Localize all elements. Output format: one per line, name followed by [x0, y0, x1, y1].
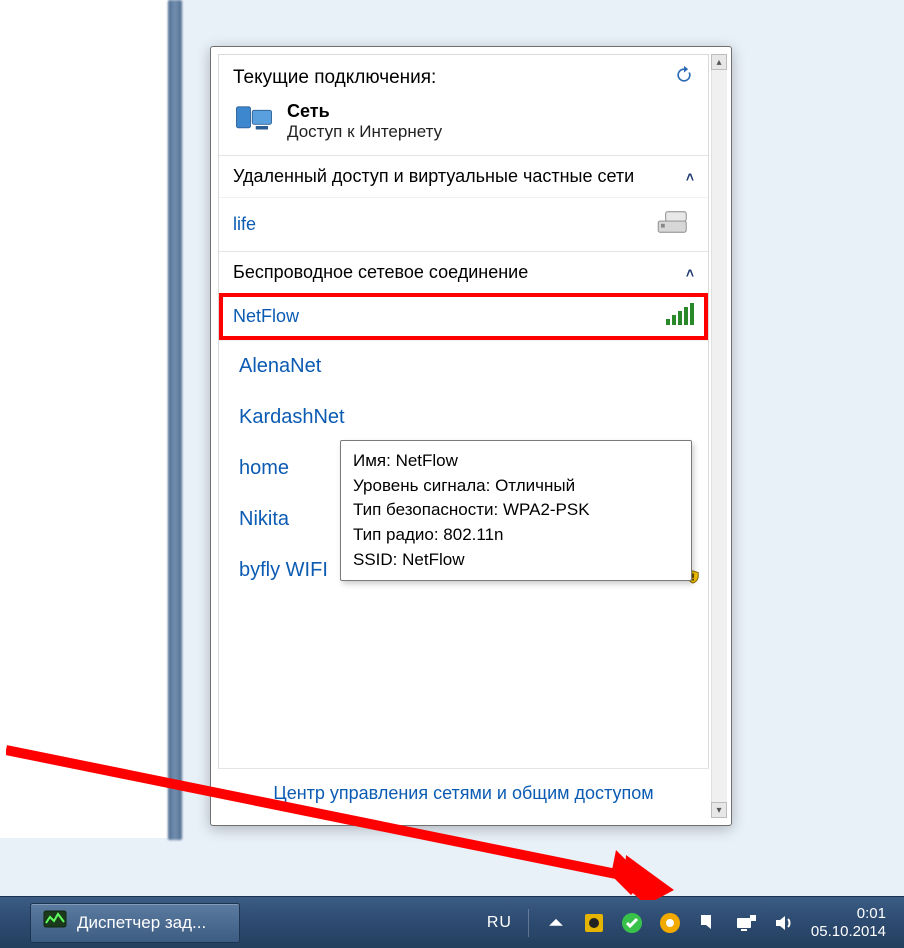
vpn-item-label: life [233, 214, 256, 235]
clock-time: 0:01 [811, 905, 886, 922]
wifi-ssid: AlenaNet [239, 355, 321, 378]
scroll-down-icon[interactable]: ▾ [711, 802, 727, 818]
tooltip-security-value: WPA2-PSK [503, 500, 590, 519]
wifi-ssid: byfly WIFI [239, 559, 328, 582]
network-center-label: Центр управления сетями и общим доступом [273, 783, 653, 804]
tooltip-ssid-value: NetFlow [402, 550, 464, 569]
vpn-section-header[interactable]: Удаленный доступ и виртуальные частные с… [219, 155, 708, 197]
tray-separator [528, 909, 529, 937]
scroll-track[interactable] [711, 70, 727, 802]
flyout-scrollbar[interactable]: ▴ ▾ [711, 54, 727, 818]
tooltip-name-label: Имя: [353, 451, 396, 470]
signal-strength-icon [666, 303, 694, 330]
taskbar-app-label: Диспетчер зад... [77, 913, 206, 933]
volume-icon[interactable] [773, 912, 795, 934]
tray-app-icon-1[interactable] [583, 912, 605, 934]
background-panel [0, 0, 168, 838]
tooltip-security-label: Тип безопасности: [353, 500, 503, 519]
network-tray-icon[interactable] [735, 912, 757, 934]
clock-date: 05.10.2014 [811, 923, 886, 940]
chevron-up-icon: ˄ [686, 265, 694, 281]
active-network-status: Доступ к Интернету [287, 122, 442, 142]
taskbar-app-button[interactable]: Диспетчер зад... [30, 903, 240, 943]
wifi-ssid: home [239, 457, 289, 480]
active-network-row[interactable]: Сеть Доступ к Интернету [233, 98, 694, 145]
wifi-section-header[interactable]: Беспроводное сетевое соединение ˄ [219, 251, 708, 293]
wifi-item-kardashnet[interactable]: KardashNet [219, 392, 708, 443]
action-center-icon[interactable] [697, 912, 719, 934]
tooltip-signal-label: Уровень сигнала: [353, 476, 495, 495]
tooltip-name-value: NetFlow [396, 451, 458, 470]
wifi-ssid: NetFlow [233, 306, 299, 327]
current-connections-section: Текущие подключения: Сеть Доступ к Интер… [219, 55, 708, 155]
scroll-up-icon[interactable]: ▴ [711, 54, 727, 70]
tooltip-signal-value: Отличный [495, 476, 575, 495]
current-connections-heading: Текущие подключения: [233, 67, 436, 89]
tooltip-radio-value: 802.11n [443, 525, 503, 544]
tray-app-icon-3[interactable] [659, 912, 681, 934]
network-center-link[interactable]: Центр управления сетями и общим доступом [218, 768, 709, 818]
language-indicator[interactable]: RU [487, 914, 512, 932]
task-manager-icon [43, 908, 67, 937]
system-tray: RU 0:01 05.10.2014 [487, 897, 904, 948]
network-flyout: Текущие подключения: Сеть Доступ к Интер… [210, 46, 732, 826]
window-edge [168, 0, 182, 840]
chevron-up-icon: ˄ [686, 169, 694, 185]
clock[interactable]: 0:01 05.10.2014 [811, 905, 886, 940]
active-network-name: Сеть [287, 101, 442, 122]
show-hidden-icons-icon[interactable] [545, 912, 567, 934]
wifi-item-alenanet[interactable]: AlenaNet [219, 341, 708, 392]
modem-icon [656, 208, 694, 241]
wifi-item-netflow[interactable]: NetFlow [219, 293, 708, 340]
refresh-icon[interactable] [674, 65, 694, 90]
tooltip-ssid-label: SSID: [353, 550, 402, 569]
flyout-body: Текущие подключения: Сеть Доступ к Интер… [218, 54, 709, 818]
wifi-section-label: Беспроводное сетевое соединение [233, 262, 528, 283]
wifi-ssid: KardashNet [239, 406, 345, 429]
vpn-section-label: Удаленный доступ и виртуальные частные с… [233, 166, 634, 187]
wifi-ssid: Nikita [239, 508, 289, 531]
vpn-item-life[interactable]: life [219, 197, 708, 251]
tooltip-radio-label: Тип радио: [353, 525, 443, 544]
tray-app-icon-2[interactable] [621, 912, 643, 934]
taskbar: Диспетчер зад... RU 0:01 05.10.2014 [0, 896, 904, 948]
network-computer-icon [233, 98, 275, 145]
wifi-tooltip: Имя: NetFlow Уровень сигнала: Отличный Т… [340, 440, 692, 581]
